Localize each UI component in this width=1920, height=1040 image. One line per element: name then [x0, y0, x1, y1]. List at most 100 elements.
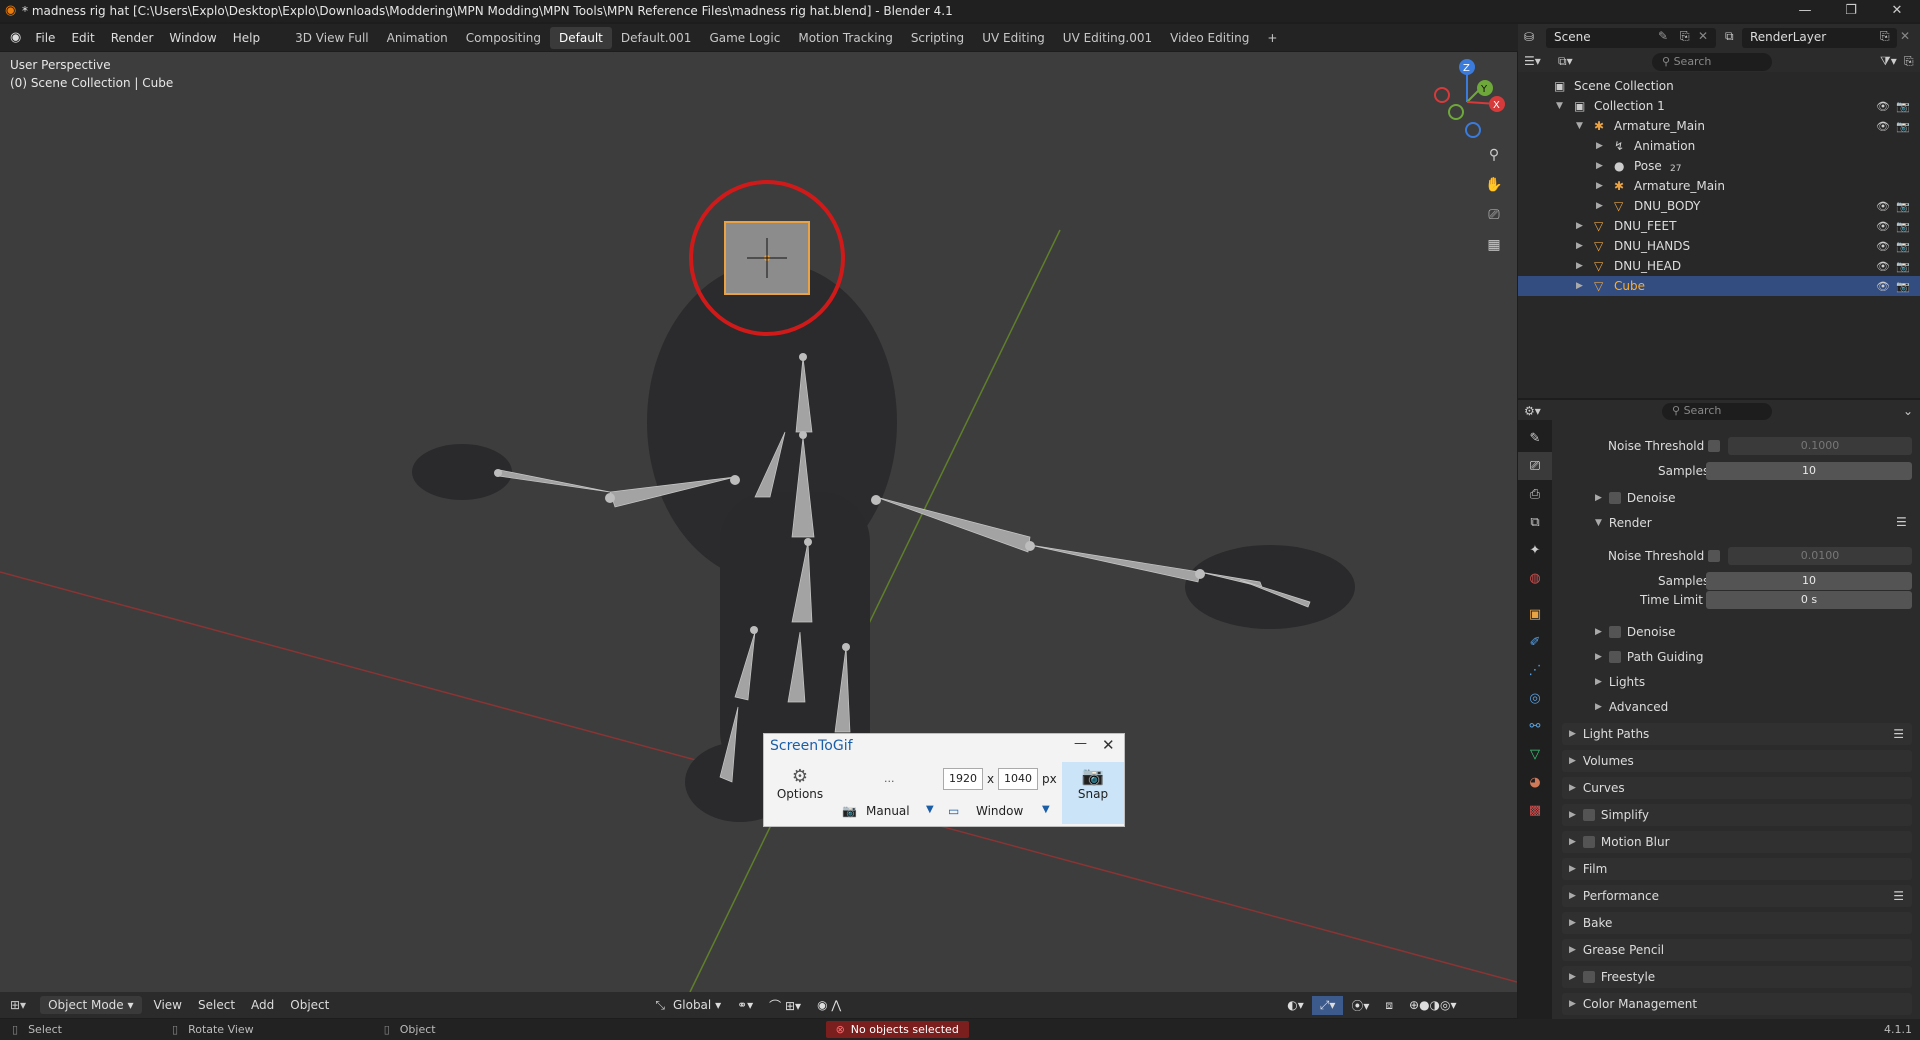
proportional-edit-icon[interactable]: ◉ ⋀ — [809, 996, 849, 1014]
tab-animation[interactable]: Animation — [378, 27, 457, 49]
outliner-row[interactable]: ▣ Scene Collection — [1518, 76, 1920, 96]
presets-list-icon[interactable]: ☰ — [1893, 889, 1904, 903]
render-tab-icon[interactable]: ⎚ — [1518, 452, 1552, 480]
panel-freestyle[interactable]: ▶ Freestyle — [1562, 966, 1912, 988]
constraint-tab-icon[interactable]: ⚯ — [1518, 712, 1552, 740]
viewport-scene[interactable]: Z Y X — [0, 52, 1517, 1015]
pin-icon[interactable]: ✎ — [1658, 29, 1668, 43]
panel-bake[interactable]: ▶ Bake — [1562, 912, 1912, 934]
time-limit-field[interactable]: 0 s — [1706, 591, 1912, 609]
camera-view-icon[interactable]: ⎚ — [1481, 202, 1507, 228]
menu-file[interactable]: File — [27, 31, 63, 45]
scene-selector[interactable]: Scene — [1546, 28, 1716, 48]
tool-tab-icon[interactable]: ✎ — [1518, 424, 1552, 452]
menu-edit[interactable]: Edit — [63, 31, 102, 45]
scene-tab-icon[interactable]: ✦ — [1518, 536, 1552, 564]
tab-game-logic[interactable]: Game Logic — [700, 27, 789, 49]
stg-height-input[interactable]: 1040 — [998, 768, 1038, 790]
delete-scene-icon[interactable]: ✕ — [1698, 29, 1708, 43]
outliner-row[interactable]: ▶ ▽ Cube 👁 📷 — [1518, 276, 1920, 296]
visibility-eye-icon[interactable]: 👁 — [1876, 200, 1890, 213]
stg-options-button[interactable]: ⚙ Options — [770, 766, 830, 810]
xray-icon[interactable]: ⧈ — [1377, 996, 1401, 1015]
lights-subpanel[interactable]: ▶ Lights — [1588, 672, 1645, 692]
panel-performance[interactable]: ▶ Performance ☰ — [1562, 885, 1912, 907]
expand-arrow-icon[interactable]: ▶ — [1596, 141, 1603, 151]
delete-layer-icon[interactable]: ✕ — [1900, 29, 1910, 43]
stg-window-label[interactable]: Window — [976, 804, 1023, 818]
path-guiding-subpanel[interactable]: ▶ Path Guiding — [1588, 647, 1704, 667]
render-noise-threshold-field[interactable]: 0.0100 — [1728, 547, 1912, 565]
outliner-row[interactable]: ▶ ▽ DNU_HANDS 👁 📷 — [1518, 236, 1920, 256]
denoise2-subpanel[interactable]: ▶ Denoise — [1588, 622, 1675, 642]
shading-modes-icon[interactable]: ⊕●◑◎▾ — [1401, 996, 1465, 1014]
menu-render[interactable]: Render — [103, 31, 162, 45]
render-camera-icon[interactable]: 📷 — [1896, 220, 1910, 233]
panel-checkbox[interactable] — [1582, 809, 1595, 821]
outliner-row[interactable]: ▶ ↯ Animation — [1518, 136, 1920, 156]
view-layer-tab-icon[interactable]: ⧉ — [1518, 508, 1552, 536]
visibility-eye-icon[interactable]: 👁 — [1876, 260, 1890, 273]
pan-hand-icon[interactable]: ✋ — [1481, 172, 1507, 198]
render-camera-icon[interactable]: 📷 — [1896, 100, 1910, 113]
overlay-toggle-icon[interactable]: ⦿▾ — [1343, 995, 1377, 1016]
add-workspace-button[interactable]: + — [1258, 27, 1286, 49]
orientation-dropdown[interactable]: Global ▾ — [665, 996, 729, 1014]
object-menu[interactable]: Object — [282, 996, 337, 1014]
menu-window[interactable]: Window — [161, 31, 224, 45]
close-button[interactable]: ✕ — [1874, 0, 1920, 22]
screentogif-window[interactable]: ScreenToGif — ✕ ⚙ Options ... 📷 Manual ▼… — [763, 733, 1125, 827]
modifier-tab-icon[interactable]: ✐ — [1518, 628, 1552, 656]
render-camera-icon[interactable]: 📷 — [1896, 120, 1910, 133]
new-scene-icon[interactable]: ⎘ — [1680, 29, 1690, 44]
outliner-row[interactable]: ▶ ▽ DNU_HEAD 👁 📷 — [1518, 256, 1920, 276]
particles-tab-icon[interactable]: ⋰ — [1518, 656, 1552, 684]
stg-manual-dropdown-icon[interactable]: ▼ — [926, 804, 934, 815]
panel-color-management[interactable]: ▶ Color Management — [1562, 993, 1912, 1015]
render-camera-icon[interactable]: 📷 — [1896, 200, 1910, 213]
editor-type-icon[interactable]: ⊞▾ — [10, 998, 26, 1012]
menu-help[interactable]: Help — [225, 31, 268, 45]
outliner-row[interactable]: ▶ ▽ DNU_FEET 👁 📷 — [1518, 216, 1920, 236]
properties-options-icon[interactable]: ⌄ — [1903, 404, 1913, 418]
panel-simplify[interactable]: ▶ Simplify — [1562, 804, 1912, 826]
mode-dropdown[interactable]: Object Mode ▾ — [40, 996, 142, 1014]
add-menu[interactable]: Add — [243, 996, 282, 1014]
expand-arrow-icon[interactable]: ▶ — [1596, 201, 1603, 211]
presets-list-icon[interactable]: ☰ — [1893, 727, 1904, 741]
outliner-row[interactable]: ▼ ✱ Armature_Main 👁 📷 — [1518, 116, 1920, 136]
texture-tab-icon[interactable]: ▩ — [1518, 796, 1552, 824]
world-tab-icon[interactable]: ◍ — [1518, 564, 1552, 592]
outliner-row[interactable]: ▼ ▣ Collection 1 👁 📷 — [1518, 96, 1920, 116]
panel-motion-blur[interactable]: ▶ Motion Blur — [1562, 831, 1912, 853]
zoom-icon[interactable]: ⚲ — [1481, 142, 1507, 168]
outliner-row[interactable]: ▶ ● Pose 27 — [1518, 156, 1920, 176]
render-samples-field[interactable]: 10 — [1706, 572, 1912, 590]
stg-width-input[interactable]: 1920 — [943, 768, 983, 790]
display-mode-icon[interactable]: ⧉▾ — [1558, 54, 1573, 69]
select-menu[interactable]: Select — [190, 996, 243, 1014]
scene-icon[interactable]: ⛁ — [1524, 30, 1534, 44]
render-layer-selector[interactable]: RenderLayer — [1742, 28, 1897, 48]
outliner-row[interactable]: ▶ ✱ Armature_Main — [1518, 176, 1920, 196]
expand-arrow-icon[interactable]: ▶ — [1576, 221, 1583, 231]
visibility-icon[interactable]: ◐▾ — [1279, 996, 1312, 1014]
expand-arrow-icon[interactable]: ▶ — [1596, 181, 1603, 191]
minimize-button[interactable]: — — [1782, 0, 1828, 22]
properties-search[interactable]: ⚲ Search — [1662, 403, 1772, 420]
tab-compositing[interactable]: Compositing — [457, 27, 550, 49]
render-subpanel[interactable]: ▼ Render — [1588, 513, 1652, 533]
tab-default[interactable]: Default — [550, 26, 612, 49]
expand-arrow-icon[interactable]: ▶ — [1576, 261, 1583, 271]
stg-minimize-button[interactable]: — — [1074, 736, 1087, 751]
stg-window-dropdown-icon[interactable]: ▼ — [1042, 804, 1050, 815]
tab-video-editing[interactable]: Video Editing — [1161, 27, 1258, 49]
3d-viewport[interactable]: Z Y X User Perspective (0) Scene Collect… — [0, 52, 1517, 1015]
outliner-panel[interactable]: ☰▾ ⧉▾ ⚲ Search ⧩▾ ⎘ ▣ Scene Collection ▼ ▣ C… — [1518, 52, 1920, 398]
tab-uv-editing[interactable]: UV Editing — [973, 27, 1054, 49]
panel-curves[interactable]: ▶ Curves — [1562, 777, 1912, 799]
panel-checkbox[interactable] — [1582, 971, 1595, 983]
noise-threshold-field[interactable]: 0.1000 — [1728, 437, 1912, 455]
properties-editor-icon[interactable]: ⚙▾ — [1524, 404, 1541, 418]
tab-default-001[interactable]: Default.001 — [612, 27, 701, 49]
